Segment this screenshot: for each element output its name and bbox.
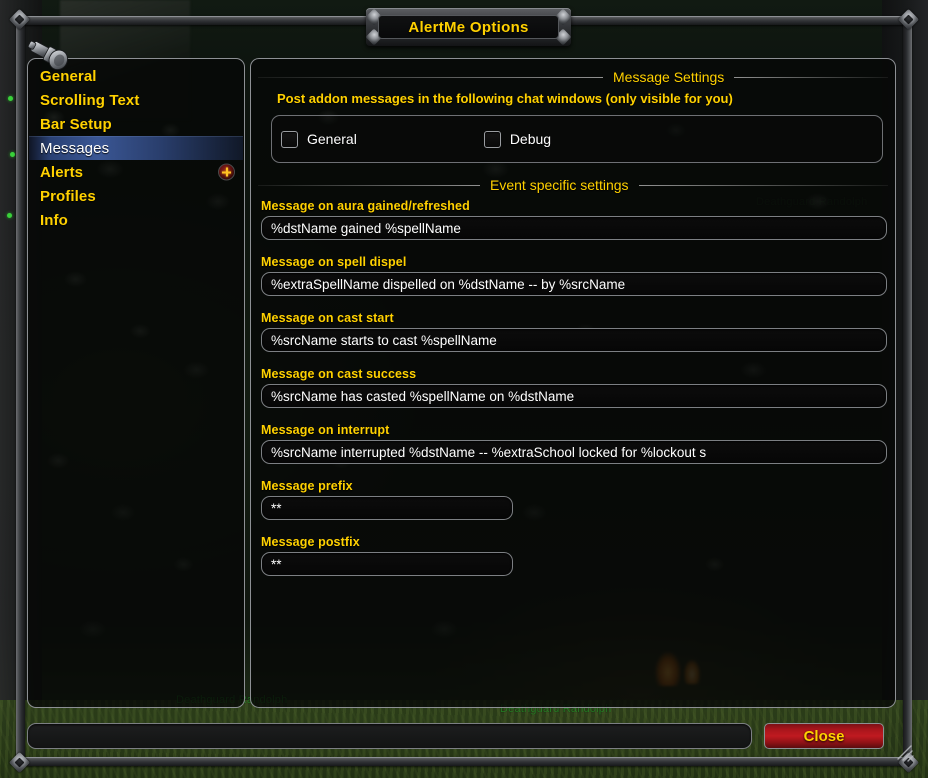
input-message-on-interrupt[interactable] — [261, 440, 887, 464]
titlebar-inner: AlertMe Options — [378, 15, 559, 39]
sidebar-nav-list: General Scrolling Text Bar Setup Messages Al… — [29, 64, 243, 232]
frame-rivet-top-right — [897, 8, 920, 31]
field-message-prefix: Message prefix — [261, 479, 513, 520]
section-title: Message Settings — [613, 69, 725, 85]
sidebar-item-label: Profiles — [40, 187, 96, 205]
field-message-postfix: Message postfix — [261, 535, 513, 576]
field-label: Message on interrupt — [261, 423, 390, 437]
field-message-on-cast-success: Message on cast success — [261, 367, 887, 408]
frame-edge-bottom — [16, 757, 912, 766]
sidebar-item-alerts[interactable]: Alerts — [29, 160, 243, 184]
input-message-on-cast-success[interactable] — [261, 384, 887, 408]
checkbox-label-debug: Debug — [509, 131, 552, 147]
section-rule-left — [258, 76, 603, 78]
sidebar-item-label: Scrolling Text — [40, 91, 140, 109]
sidebar-item-bar-setup[interactable]: Bar Setup — [29, 112, 243, 136]
frame-edge-left — [16, 20, 25, 762]
input-message-on-spell-dispel[interactable] — [261, 272, 887, 296]
input-message-on-aura-gained-refreshed[interactable] — [261, 216, 887, 240]
sidebar-item-label: Bar Setup — [40, 115, 112, 133]
checkbox-row-debug[interactable]: Debug — [483, 130, 552, 148]
sidebar-item-label: Alerts — [40, 163, 84, 181]
window-title: AlertMe Options — [408, 18, 529, 36]
field-label: Message on cast success — [261, 367, 417, 381]
window-titlebar[interactable]: AlertMe Options — [365, 8, 572, 46]
section-header-event-specific-settings: Event specific settings — [258, 177, 888, 193]
close-button[interactable]: Close — [764, 723, 884, 749]
field-message-on-interrupt: Message on interrupt — [261, 423, 887, 464]
field-message-on-aura-gained-refreshed: Message on aura gained/refreshed — [261, 199, 887, 240]
plus-vertical — [225, 167, 228, 177]
section-rule-left — [258, 184, 480, 186]
sidebar-item-profiles[interactable]: Profiles — [29, 184, 243, 208]
sidebar-item-messages[interactable]: Messages — [29, 136, 243, 160]
sidebar-item-label: Messages — [40, 139, 110, 157]
field-label: Message prefix — [261, 479, 353, 493]
field-label: Message postfix — [261, 535, 360, 549]
field-message-on-spell-dispel: Message on spell dispel — [261, 255, 887, 296]
input-message-postfix[interactable] — [261, 552, 513, 576]
section-header-message-settings: Message Settings — [258, 69, 888, 85]
sidebar-item-scrolling-text[interactable]: Scrolling Text — [29, 88, 243, 112]
section-title: Event specific settings — [490, 177, 629, 193]
expand-plus-icon[interactable] — [218, 163, 235, 181]
checkbox-general[interactable] — [281, 130, 298, 148]
field-message-on-cast-start: Message on cast start — [261, 311, 887, 352]
section-rule-right — [638, 184, 888, 186]
frame-rivet-top-left — [8, 8, 31, 31]
checkbox-label-general: General — [307, 131, 357, 147]
checkbox-debug[interactable] — [483, 130, 501, 148]
sidebar-panel: General Scrolling Text Bar Setup Messages Al… — [27, 58, 245, 708]
resize-grip-icon[interactable] — [894, 742, 916, 764]
sidebar-item-general[interactable]: General — [29, 64, 243, 88]
chat-window-checkbox-group: General Debug — [271, 115, 883, 163]
sidebar-item-info[interactable]: Info — [29, 208, 243, 232]
field-label: Message on cast start — [261, 311, 394, 325]
input-message-on-cast-start[interactable] — [261, 328, 887, 352]
input-message-prefix[interactable] — [261, 496, 513, 520]
section-rule-right — [734, 76, 888, 78]
sidebar-item-label: Info — [40, 211, 68, 229]
field-label: Message on spell dispel — [261, 255, 407, 269]
sidebar-item-label: General — [40, 67, 97, 85]
section-description: Post addon messages in the following cha… — [277, 91, 733, 106]
status-input[interactable] — [27, 723, 752, 749]
frame-edge-right — [903, 20, 912, 762]
checkbox-row-general[interactable]: General — [281, 130, 357, 148]
field-label: Message on aura gained/refreshed — [261, 199, 470, 213]
